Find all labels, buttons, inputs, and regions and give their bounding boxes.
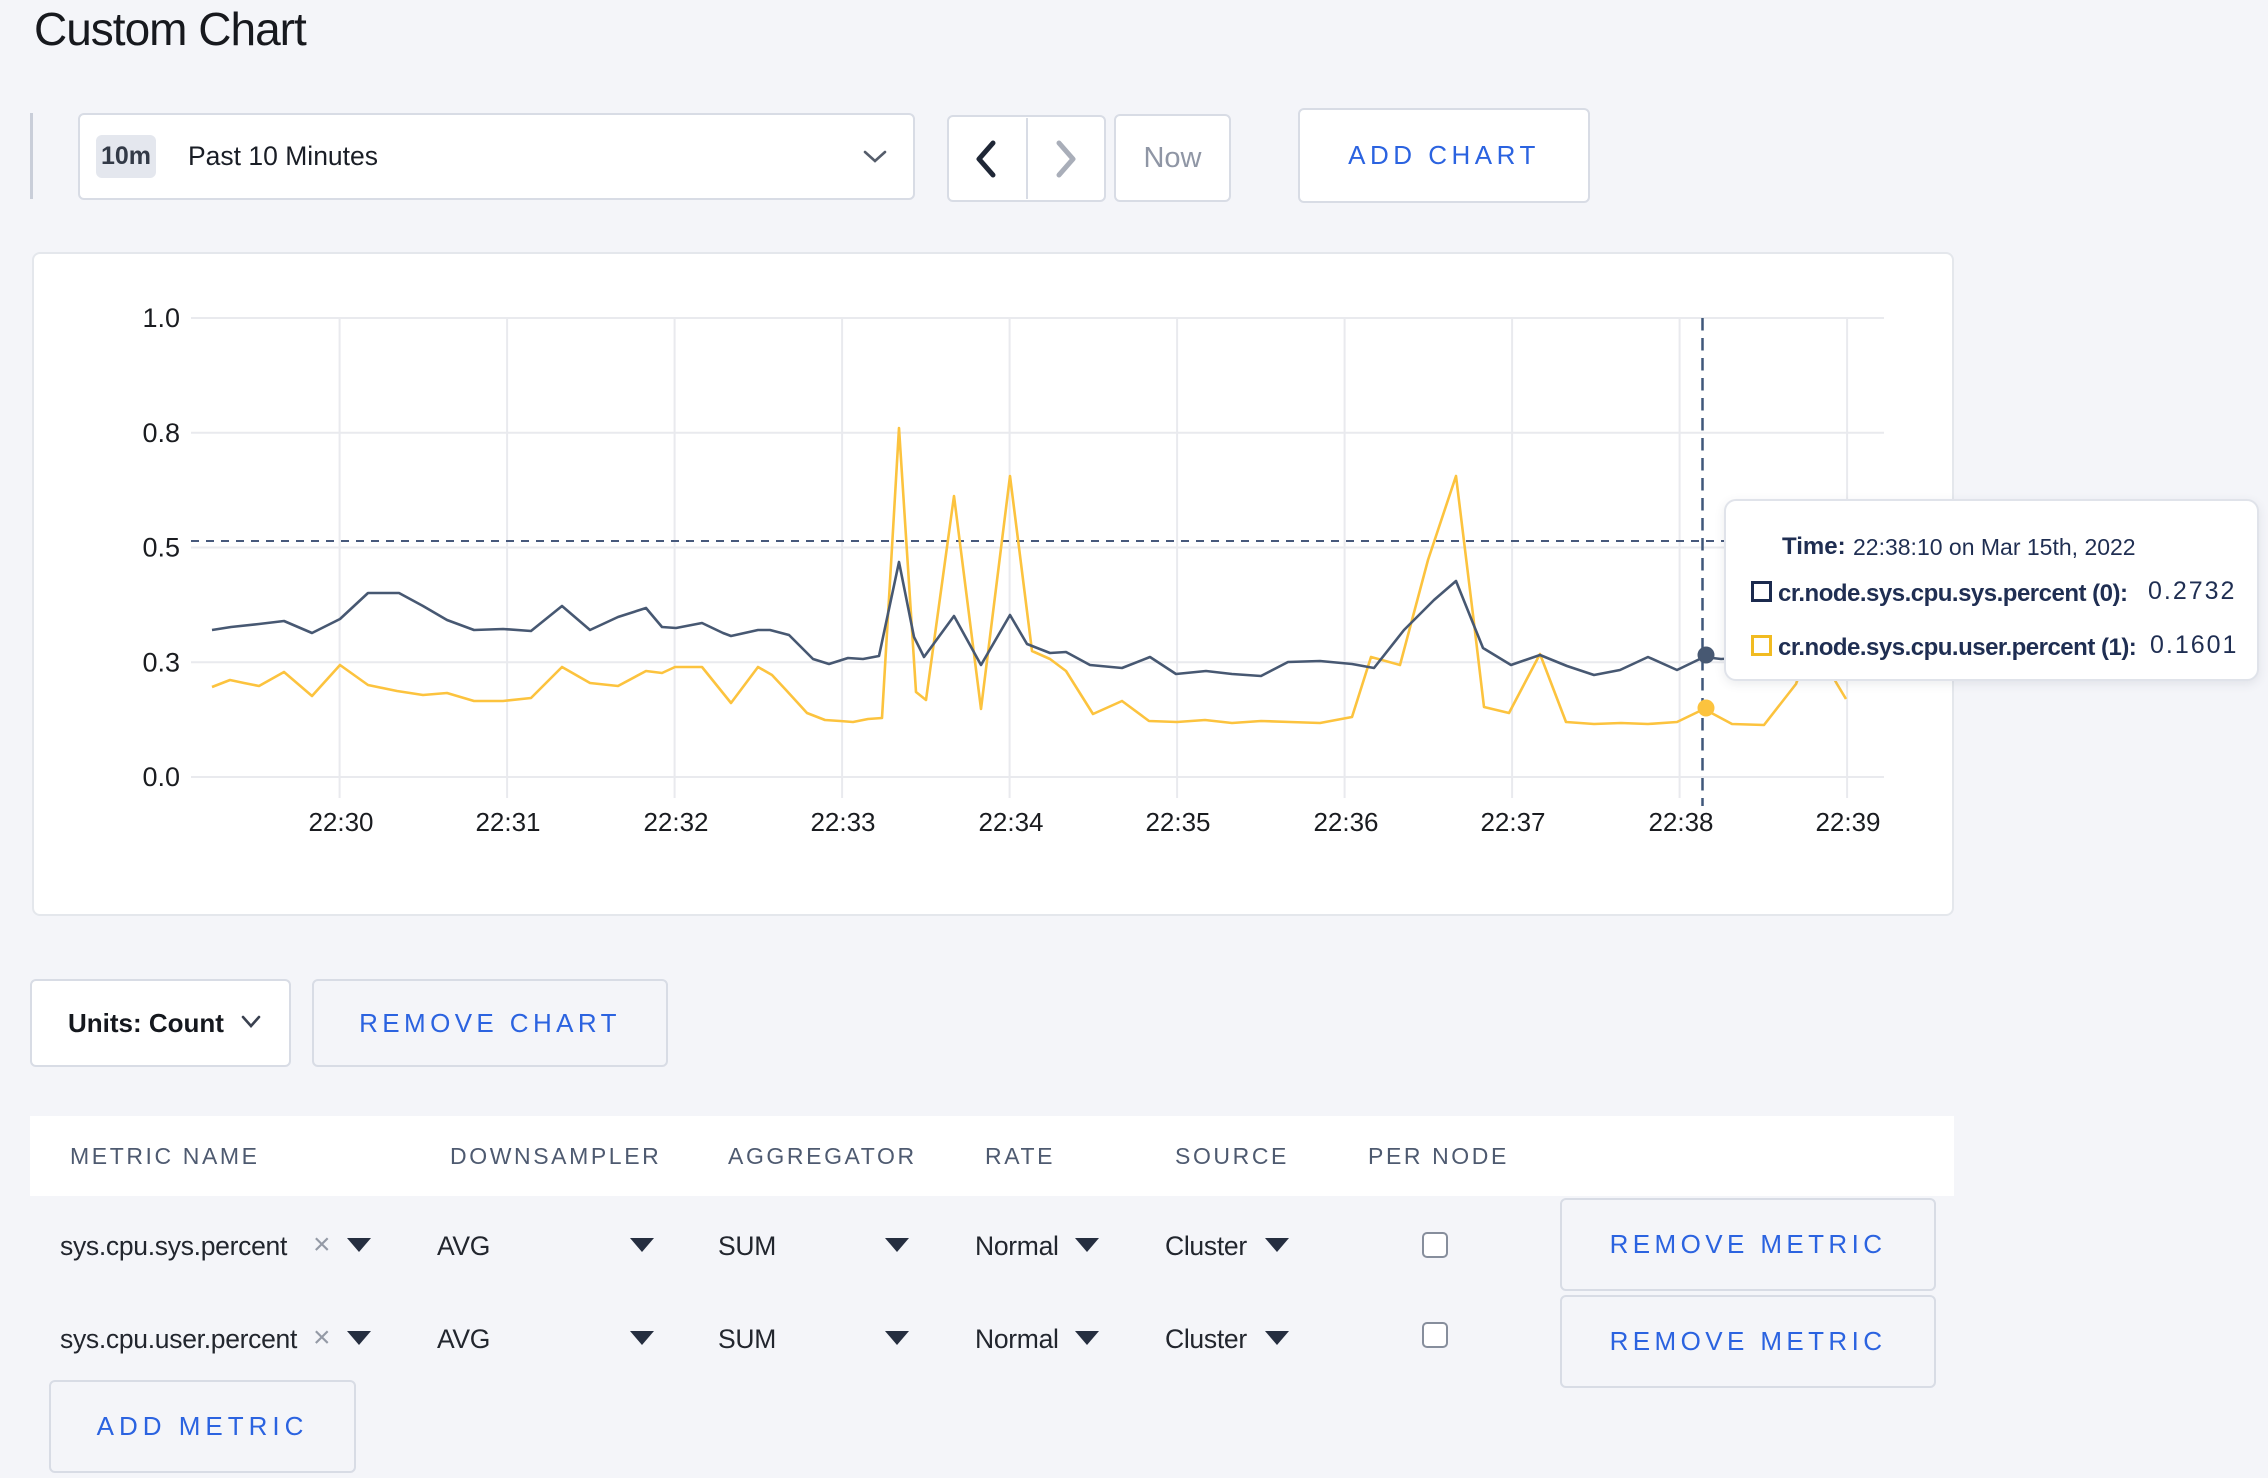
svg-text:22:33: 22:33 bbox=[810, 807, 875, 837]
svg-text:0.8: 0.8 bbox=[142, 418, 180, 448]
svg-text:0.0: 0.0 bbox=[142, 762, 180, 792]
svg-text:22:31: 22:31 bbox=[475, 807, 540, 837]
svg-text:22:35: 22:35 bbox=[1145, 807, 1210, 837]
svg-text:0.5: 0.5 bbox=[142, 533, 180, 563]
svg-text:22:32: 22:32 bbox=[643, 807, 708, 837]
svg-text:0.3: 0.3 bbox=[142, 647, 180, 677]
svg-text:22:39: 22:39 bbox=[1815, 807, 1880, 837]
svg-text:22:34: 22:34 bbox=[978, 807, 1043, 837]
svg-text:22:30: 22:30 bbox=[308, 807, 373, 837]
svg-text:22:36: 22:36 bbox=[1313, 807, 1378, 837]
svg-text:22:37: 22:37 bbox=[1480, 807, 1545, 837]
svg-text:1.0: 1.0 bbox=[142, 303, 180, 333]
svg-text:22:38: 22:38 bbox=[1648, 807, 1713, 837]
